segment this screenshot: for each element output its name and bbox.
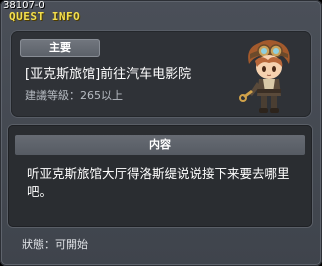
content-header: 内容 — [15, 135, 305, 155]
quest-status: 狀態：可開始 — [22, 238, 88, 251]
content-text: 听亚克斯旅馆大厅得洛斯缇说说接下来要去哪里吧。 — [27, 166, 290, 199]
quest-info-window: 38107-0 QUEST INFO 主要 [亚克斯旅馆]前往汽车电影院 建議等… — [0, 0, 322, 266]
recommended-level: 建議等級：265以上 — [25, 89, 123, 102]
quest-name: [亚克斯旅馆]前往汽车电影院 — [25, 67, 192, 82]
quest-summary-panel: 主要 [亚克斯旅馆]前往汽车电影院 建議等級：265以上 — [11, 31, 311, 117]
npc-portrait-icon — [239, 40, 290, 113]
window-title: QUEST INFO — [9, 10, 81, 23]
quest-type-badge: 主要 — [20, 39, 100, 57]
quest-content-panel: 内容 听亚克斯旅馆大厅得洛斯缇说说接下来要去哪里吧。 — [8, 125, 312, 227]
